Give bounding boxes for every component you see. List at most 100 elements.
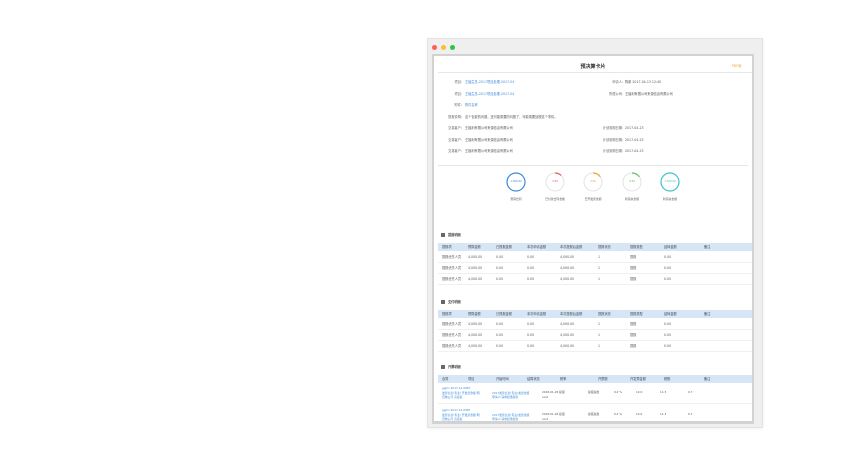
maximize-window-button[interactable] — [450, 45, 455, 50]
column-header: 提报项 — [442, 312, 452, 316]
invoice-date: 2018-01-26 提报 — [542, 390, 565, 394]
info-label: 交易客户: — [448, 126, 462, 130]
table-cell: 提报优先人员 — [442, 333, 462, 337]
info-label: 交易客户: — [448, 138, 462, 142]
row-divider — [438, 284, 752, 285]
table-cell: 提报优先人员 — [442, 322, 462, 326]
progress-label: 利润总金额 — [663, 197, 677, 201]
invoice-amount: 12.0 — [636, 390, 643, 394]
invoice-project-link[interactable]: 2017发票信息(专业)发票金额 — [492, 413, 529, 417]
column-header: 本次提报后金额 — [560, 245, 583, 249]
progress-circle: 4.00 — [582, 171, 606, 193]
table-cell: 0.00 — [664, 255, 672, 259]
info-right-value: 2017-04-23 — [625, 149, 644, 153]
invoice-net: 11.3 — [660, 412, 667, 416]
column-header: 结算状态 — [527, 377, 540, 381]
table-cell: 4,000.00 — [468, 344, 483, 348]
info-right-value: 2017-04-23 — [625, 126, 644, 130]
column-header: 结转金额 — [664, 312, 677, 316]
table-cell: 0.00 — [496, 322, 504, 326]
invoice-tax-rate: 0.2 % — [614, 412, 622, 416]
invoice-contract-link[interactable]: 发票信息(专业) 开发票金额:明 — [442, 413, 480, 417]
table-cell: 0.00 — [664, 277, 672, 281]
table-cell: 0.00 — [664, 266, 672, 270]
table-cell: 1 — [598, 333, 601, 337]
table-cell: 提报优先人员 — [442, 277, 462, 281]
title-divider — [438, 72, 752, 73]
close-window-button[interactable] — [432, 45, 437, 50]
column-header: 本次申请金额 — [527, 312, 547, 316]
invoice-contract-link[interactable]: 发票信息(专业) 开发票金额:明 — [442, 391, 480, 395]
column-header: 项目 — [468, 377, 475, 381]
table-cell: 提报优先人员 — [442, 344, 462, 348]
column-header: 预算金额 — [468, 245, 481, 249]
progress-value: 4.00 — [590, 180, 596, 183]
table-cell: 4,000.00 — [560, 277, 575, 281]
info-value[interactable]: 王福生总-2017项目处理-2017-04 — [465, 80, 514, 84]
section-icon — [441, 300, 445, 304]
column-header: 税额 — [664, 377, 671, 381]
column-header: 已提报金额 — [496, 245, 512, 249]
info-value[interactable]: 附件名称 — [465, 103, 478, 107]
invoice-project-link[interactable]: 2017发票信息(专业)发票金额 — [492, 391, 529, 395]
info-label: 附件: — [454, 103, 462, 107]
progress-label: 已付款合同金额 — [545, 197, 565, 201]
column-header: 预算金额 — [468, 312, 481, 316]
info-right-label: 所属公司: — [609, 92, 623, 96]
info-label: 项目: — [454, 92, 462, 96]
table-cell: 4,000.00 — [468, 277, 483, 281]
document-card: 预决算卡片 PDF版 项目: 王福生总-2017项目处理-2017-04 项目: 王福… — [434, 56, 752, 421]
table-cell: 4,000.00 — [560, 333, 575, 337]
column-header: 开发票金额 — [630, 377, 646, 381]
progress-value: 4.00 — [629, 180, 635, 183]
info-label: 提报说明: — [448, 115, 462, 119]
invoice-contract-link[interactable]: gjghc-2017-12-0987 — [442, 386, 470, 390]
table-cell: 0.00 — [496, 255, 504, 259]
table-cell: 4,000.00 — [560, 322, 575, 326]
table-cell: 提报 — [630, 277, 637, 281]
invoice-contract-link[interactable]: gjghc-2017-12-0987 — [442, 408, 470, 412]
column-header: 备注 — [704, 312, 711, 316]
section-title: 开票明细 — [448, 365, 461, 369]
column-header: 开票额 — [598, 377, 608, 381]
info-value: 王福利有限公司来源信息有限公司 — [465, 149, 513, 153]
table-cell: 4,000.00 — [560, 344, 575, 348]
section-icon — [441, 233, 445, 237]
row-divider — [438, 329, 752, 330]
info-label: 交易客户: — [448, 149, 462, 153]
invoice-status: 提报失败 — [588, 412, 600, 416]
info-right-value: 王福利有限公司来源信息有限公司 — [625, 92, 673, 96]
row-divider — [438, 340, 752, 341]
invoice-project-link[interactable]: 申请人:请求如果提供 — [492, 395, 518, 399]
pdf-link[interactable]: PDF版 — [732, 64, 741, 68]
column-header: 结转金额 — [664, 245, 677, 249]
column-header: 提报类型 — [630, 245, 643, 249]
progress-value: 1,300.00 — [510, 180, 522, 183]
table-cell: 0.00 — [496, 277, 504, 281]
column-header: 本次提报后金额 — [560, 312, 583, 316]
info-right-label: 申请人: — [612, 80, 623, 84]
progress-label: 已开发票金额 — [584, 197, 602, 201]
section-title: 支付明细 — [448, 300, 461, 304]
table-cell: 4,000.00 — [468, 333, 483, 337]
column-header: 备注 — [704, 377, 711, 381]
info-value[interactable]: 王福生总-2017项目处理-2017-04 — [465, 92, 514, 96]
invoice-contract-link[interactable]: 百物公司 直接提 — [442, 417, 462, 421]
table-cell: 0.00 — [664, 344, 672, 348]
table-cell: 0.00 — [496, 266, 504, 270]
invoice-tax-rate: 0.2 % — [614, 390, 622, 394]
invoice-tax: 0.7 — [688, 390, 693, 394]
table-cell: 0.00 — [664, 322, 672, 326]
invoice-contract-link[interactable]: 百物公司 直接提 — [442, 395, 462, 399]
column-header: 提报状态 — [598, 312, 611, 316]
row-divider — [438, 262, 752, 263]
table-cell: 1 — [598, 266, 601, 270]
progress-label: 利润总金额 — [625, 197, 639, 201]
progress-circle: 3.90 — [544, 171, 568, 193]
row-divider — [438, 351, 752, 352]
minimize-window-button[interactable] — [441, 45, 446, 50]
invoice-project-link[interactable]: 申请人:请求如果提供 — [492, 417, 518, 421]
info-value: 王福利有限公司来源信息有限公司 — [465, 138, 513, 142]
app-window: 预决算卡片 PDF版 项目: 王福生总-2017项目处理-2017-04 项目: 王福… — [427, 38, 763, 428]
invoice-status: 提报失败 — [588, 390, 600, 394]
